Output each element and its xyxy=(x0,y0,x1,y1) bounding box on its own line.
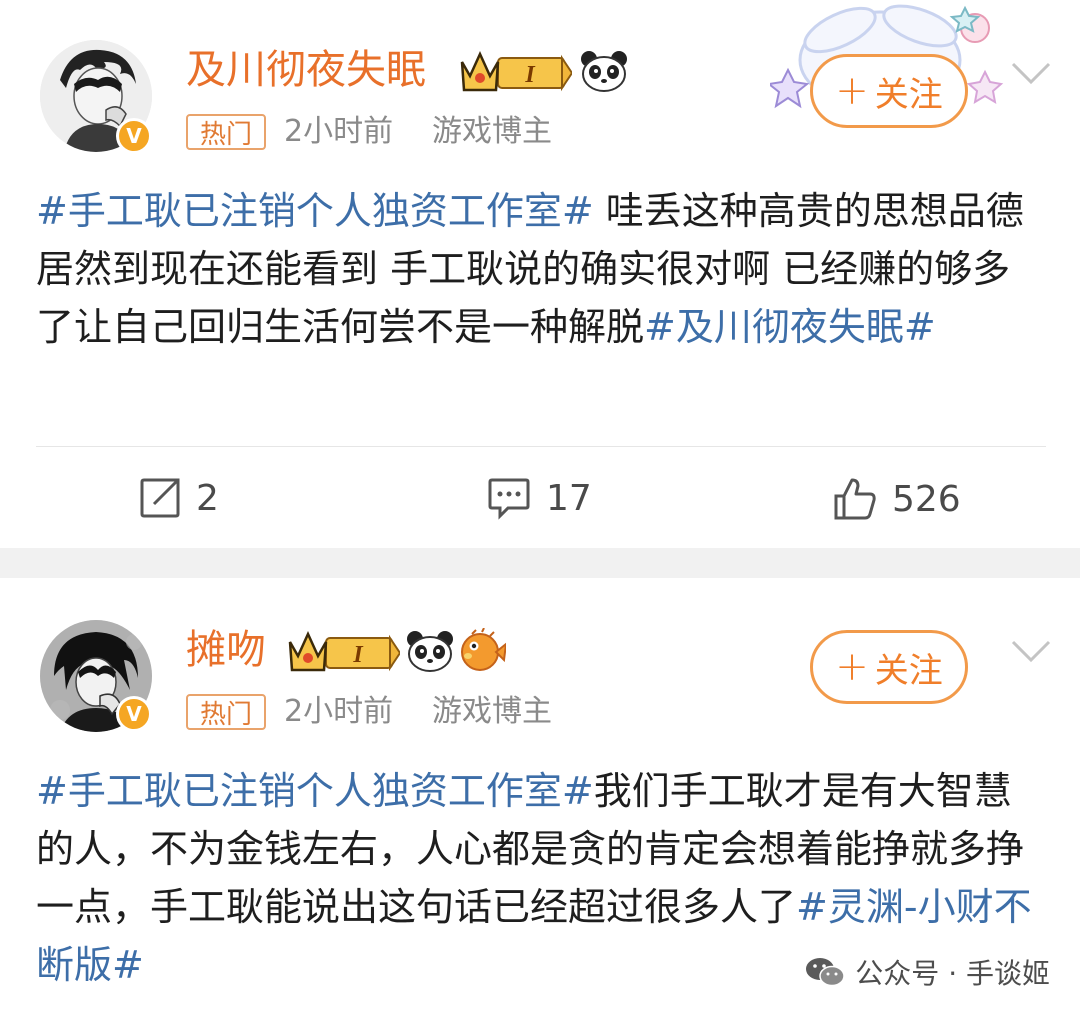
post-separator xyxy=(0,548,1080,578)
panda-emoji-icon xyxy=(581,51,627,92)
wechat-icon xyxy=(806,958,846,987)
chevron-down-icon[interactable] xyxy=(1010,638,1052,664)
plus-icon: + xyxy=(835,644,869,690)
repost-count: 2 xyxy=(196,477,219,519)
hot-tag: 热门 xyxy=(186,694,266,730)
username[interactable]: 及川彻夜失眠 xyxy=(186,46,426,94)
topic-link[interactable]: #手工耿已注销个人独资工作室# xyxy=(36,189,594,233)
post-time: 2小时前 xyxy=(284,114,394,149)
watermark: 公众号 · 手谈姬 xyxy=(805,952,1050,992)
panda-emoji-icon xyxy=(407,631,453,672)
vip-level-text: I xyxy=(524,62,536,88)
topic-link[interactable]: #及川彻夜失眠# xyxy=(644,305,936,349)
comment-count: 17 xyxy=(546,477,592,519)
vip-crown-icon: I xyxy=(460,50,572,92)
weibo-post: V 及川彻夜失眠 I 热门 2小时前 游戏博主 + 关注 #手工耿已注销个人独资… xyxy=(0,0,1080,548)
divider xyxy=(36,446,1046,447)
repost-icon xyxy=(140,478,180,518)
thumbs-up-icon xyxy=(834,478,876,520)
follow-button[interactable]: + 关注 xyxy=(810,54,968,128)
comment-icon xyxy=(488,478,530,520)
topic-link[interactable]: #手工耿已注销个人独资工作室# xyxy=(36,769,594,813)
vip-level-text: I xyxy=(352,642,364,668)
post-time: 2小时前 xyxy=(284,694,394,729)
weibo-post: V 摊吻 I 热门 2小时前 游戏博主 + 关注 #手工耿已注销个人独资工作室#… xyxy=(0,578,1080,1016)
author-role: 游戏博主 xyxy=(432,114,552,149)
verified-badge: V xyxy=(116,696,152,732)
author-role: 游戏博主 xyxy=(432,694,552,729)
watermark-text: 公众号 · 手谈姬 xyxy=(855,957,1050,990)
comment-button[interactable]: 17 xyxy=(486,476,592,520)
vip-crown-icon: I xyxy=(288,630,400,672)
plus-icon: + xyxy=(835,68,869,114)
post-content: #手工耿已注销个人独资工作室# 哇丢这种高贵的思想品德居然到现在还能看到 手工耿… xyxy=(36,182,1046,356)
hot-tag: 热门 xyxy=(186,114,266,150)
pufferfish-emoji-icon xyxy=(461,628,506,671)
follow-button[interactable]: + 关注 xyxy=(810,630,968,704)
like-count: 526 xyxy=(892,478,961,520)
username[interactable]: 摊吻 xyxy=(186,626,266,674)
chevron-down-icon[interactable] xyxy=(1010,60,1052,86)
verified-badge: V xyxy=(116,118,152,154)
follow-label: 关注 xyxy=(874,650,943,691)
like-button[interactable]: 526 xyxy=(832,476,961,522)
follow-label: 关注 xyxy=(874,74,943,115)
repost-button[interactable]: 2 xyxy=(138,476,219,520)
